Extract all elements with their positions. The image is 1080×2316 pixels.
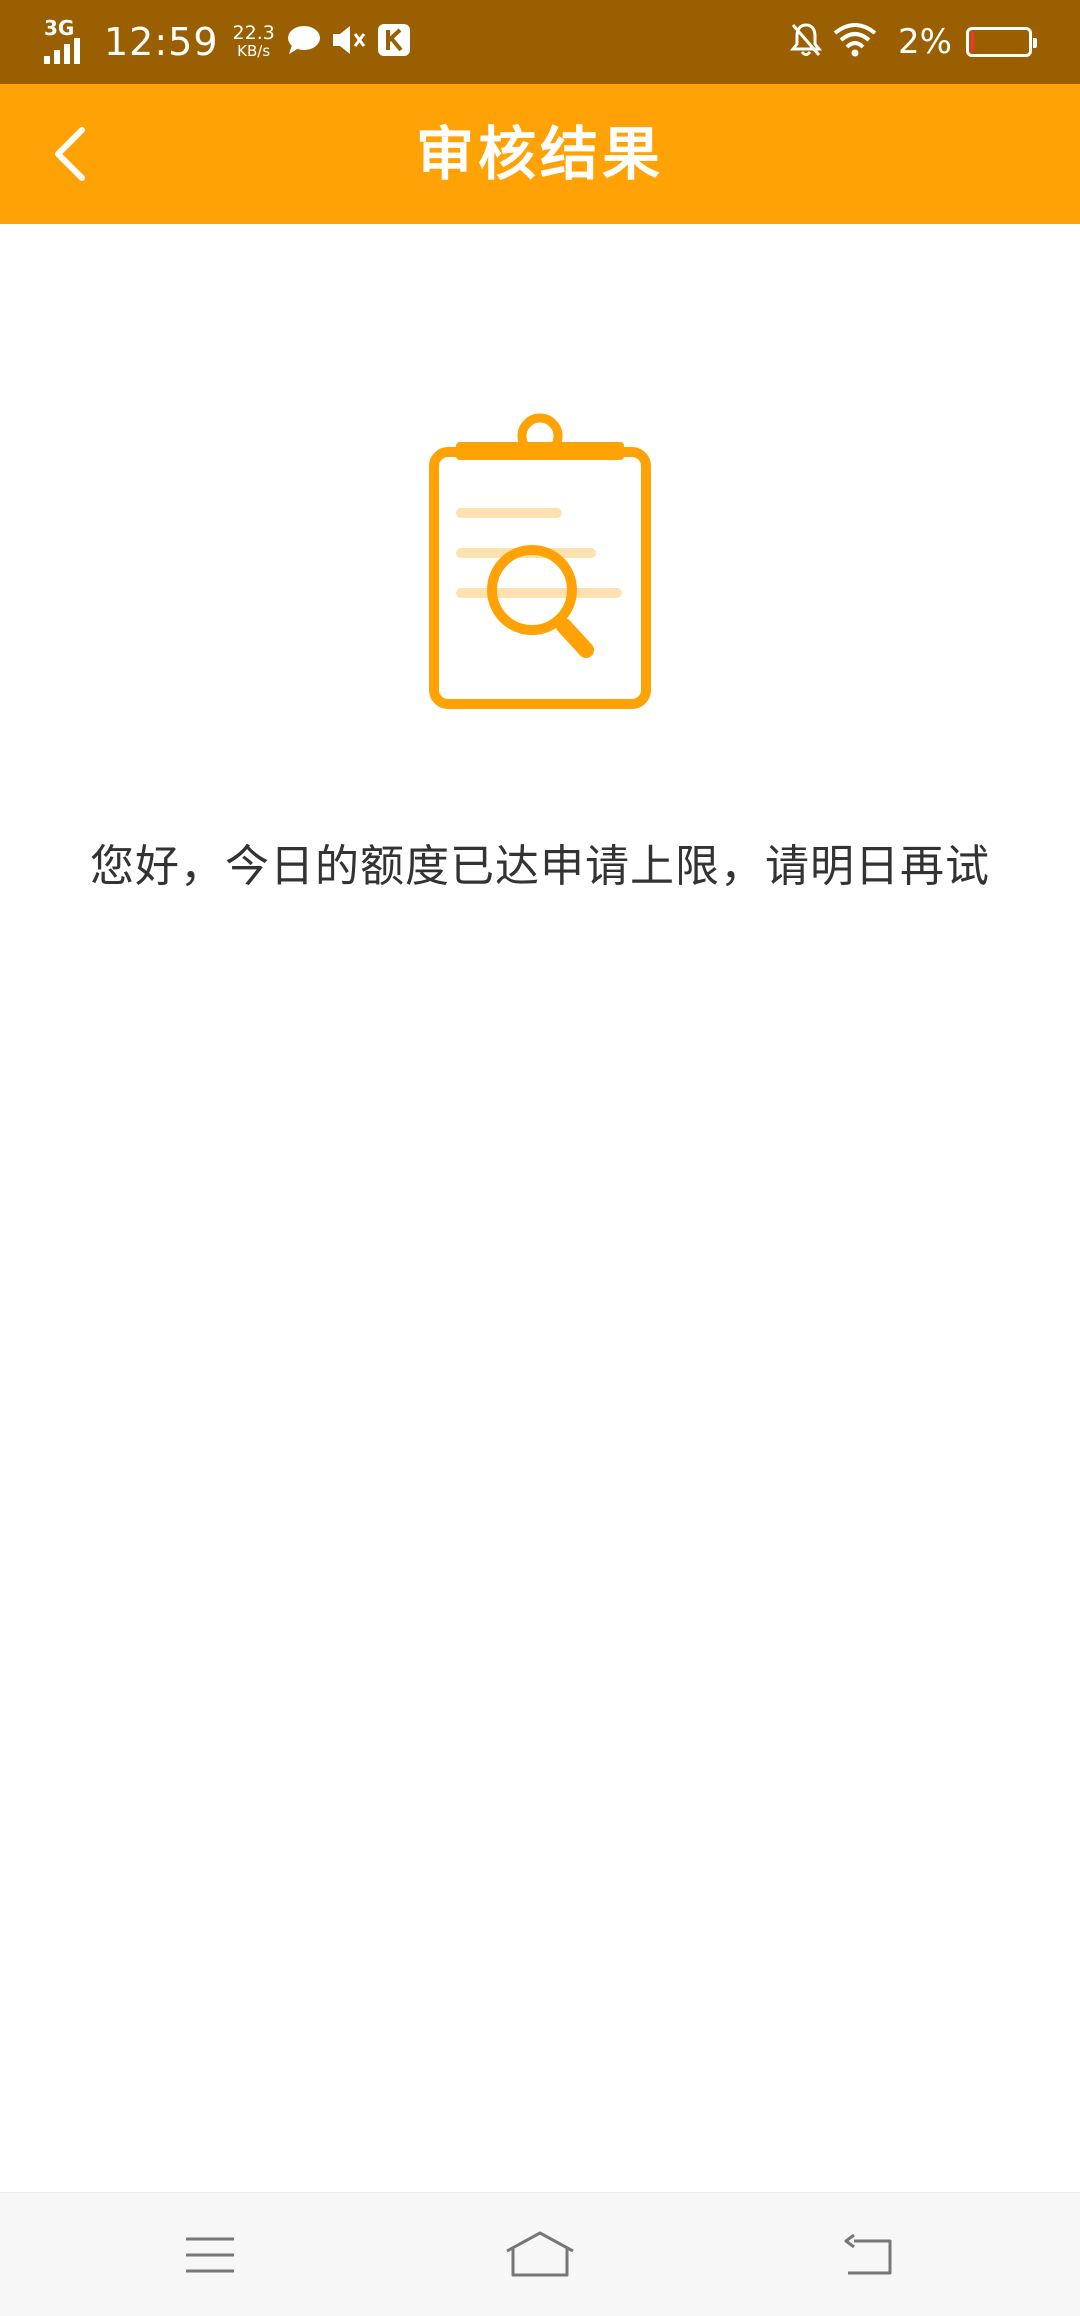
bell-off-icon: [789, 22, 823, 62]
header-bar: 审核结果: [0, 84, 1080, 224]
menu-button[interactable]: [170, 2215, 250, 2295]
speed-value: 22.3: [232, 22, 275, 44]
menu-icon: [186, 2237, 234, 2273]
network-type: 3G: [44, 16, 75, 40]
battery-percent: 2%: [898, 22, 952, 62]
signal-icon: 3G: [44, 18, 92, 66]
clipboard-search-icon: [429, 413, 651, 709]
battery-icon: [966, 27, 1037, 57]
limit-message: 您好，今日的额度已达申请上限，请明日再试: [90, 841, 990, 892]
speed-unit: KB/s: [237, 42, 271, 60]
navigation-bar: [0, 2192, 1080, 2316]
back-icon: [844, 2233, 892, 2275]
screen: 3G 12:59 22.3 KB/s 2% 审核结果 您好，今日的额度已达申请上…: [0, 0, 1080, 2316]
chevron-left-icon: [55, 127, 85, 181]
back-nav-button[interactable]: [830, 2215, 910, 2295]
network-speed: 22.3 KB/s: [232, 22, 275, 61]
home-button[interactable]: [500, 2215, 580, 2295]
back-button[interactable]: [30, 114, 110, 194]
status-bar: 3G 12:59 22.3 KB/s 2%: [0, 0, 1080, 84]
k-app-icon: [377, 23, 411, 61]
status-right: 2%: [789, 0, 1037, 84]
status-left: 3G 12:59 22.3 KB/s: [44, 0, 421, 84]
mute-icon: [331, 23, 367, 61]
home-icon: [506, 2231, 574, 2277]
page-title: 审核结果: [415, 120, 664, 188]
chat-bubble-icon: [287, 25, 321, 59]
wifi-icon: [832, 23, 878, 61]
status-time: 12:59: [104, 20, 219, 64]
